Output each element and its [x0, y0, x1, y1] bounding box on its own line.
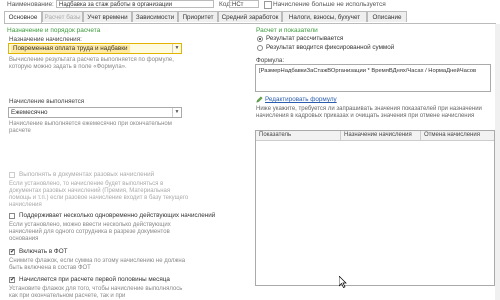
- pencil-icon: [256, 96, 263, 103]
- multi-checkbox-label: Поддерживает несколько одновременно дейс…: [19, 212, 216, 219]
- chevron-down-icon[interactable]: ▼: [172, 108, 181, 117]
- half-month-checkbox[interactable]: [9, 276, 15, 283]
- not-used-label: Начисление больше не используется: [273, 1, 386, 8]
- tab-base-calc[interactable]: Расчет базы: [42, 11, 83, 22]
- run-label: Начисление выполняется: [9, 98, 85, 105]
- col-cancel[interactable]: Отмена начисления: [424, 132, 480, 138]
- tab-time-accounting[interactable]: Учет времени: [83, 11, 132, 22]
- tab-main[interactable]: Основное: [4, 11, 42, 23]
- fot-note: Снимите флажок, если сумма по этому начи…: [9, 258, 186, 271]
- fot-checkbox[interactable]: [9, 248, 15, 255]
- table-header: Показатель Назначение начисления Отмена …: [256, 131, 494, 141]
- col-divider: [420, 131, 421, 140]
- purpose-select[interactable]: Повременная оплата труда и надбавки ▼: [8, 43, 182, 54]
- tab-average-earnings[interactable]: Средний заработок: [218, 11, 282, 22]
- tab-priority[interactable]: Приоритет: [178, 11, 218, 22]
- edit-formula-link[interactable]: Редактировать формулу: [265, 96, 337, 103]
- formula-text: [РазмерНадбавкиЗаСтажВОрганизации * Врем…: [259, 68, 477, 74]
- half-month-note: Установите флажок для того, чтобы начисл…: [9, 286, 183, 299]
- chevron-down-icon[interactable]: ▼: [172, 44, 181, 53]
- docs-checkbox-label: Выполнять в документах разовых начислени…: [19, 171, 155, 178]
- radio-calculated-label: Результат рассчитывается: [266, 35, 344, 42]
- radio-fixed[interactable]: [257, 45, 263, 51]
- col-divider: [340, 131, 341, 140]
- tab-dependencies[interactable]: Зависимости: [132, 11, 178, 22]
- radio-calculated[interactable]: [257, 36, 263, 42]
- section-title-purpose: Назначение и порядок расчета: [7, 27, 101, 34]
- multi-checkbox[interactable]: [9, 213, 15, 219]
- tab-description[interactable]: Описание: [367, 11, 407, 22]
- col-assign[interactable]: Назначение начисления: [344, 132, 412, 138]
- docs-note: Если установлено, то начисление будет вы…: [9, 181, 189, 208]
- half-month-checkbox-label: Начисляется при расчете первой половины …: [19, 276, 170, 283]
- formula-label: Формула:: [256, 57, 285, 64]
- name-field[interactable]: Надбавка за стаж работы в организации: [56, 0, 214, 8]
- purpose-note: Вычисление результата расчета выполняетс…: [9, 57, 174, 70]
- run-note: Начисление выполняется ежемесячно при ок…: [9, 121, 172, 134]
- purpose-value: Повременная оплата труда и надбавки: [11, 45, 130, 53]
- indicators-table[interactable]: Показатель Назначение начисления Отмена …: [255, 130, 495, 286]
- formula-field[interactable]: [РазмерНадбавкиЗаСтажВОрганизации * Врем…: [255, 64, 491, 92]
- col-indicator[interactable]: Показатель: [259, 132, 291, 138]
- run-select[interactable]: Ежемесячно ▼: [8, 107, 182, 118]
- vertical-scrollbar[interactable]: [495, 24, 500, 300]
- section-title-calc: Расчет и показатели: [256, 27, 318, 34]
- radio-fixed-label: Результат вводится фиксированной суммой: [266, 44, 395, 51]
- multi-note: Если установлено, можно ввести несколько…: [9, 222, 171, 242]
- name-label: Наименование:: [7, 1, 54, 8]
- not-used-checkbox[interactable]: [264, 1, 272, 9]
- purpose-label: Назначение начисления:: [9, 36, 82, 43]
- tab-taxes[interactable]: Налоги, взносы, бухучет: [282, 11, 367, 22]
- run-value: Ежемесячно: [11, 109, 48, 116]
- fot-checkbox-label: Включать в ФОТ: [19, 248, 68, 255]
- code-field[interactable]: НСт: [229, 0, 259, 8]
- docs-checkbox[interactable]: [9, 172, 15, 178]
- indicators-note: Ниже укажите, требуется ли запрашивать з…: [256, 106, 482, 119]
- header-bar: Наименование: Надбавка за стаж работы в …: [0, 0, 500, 10]
- mouse-cursor-icon: [339, 276, 347, 288]
- tab-bar: Основное Расчет базы Учет времени Зависи…: [4, 11, 496, 24]
